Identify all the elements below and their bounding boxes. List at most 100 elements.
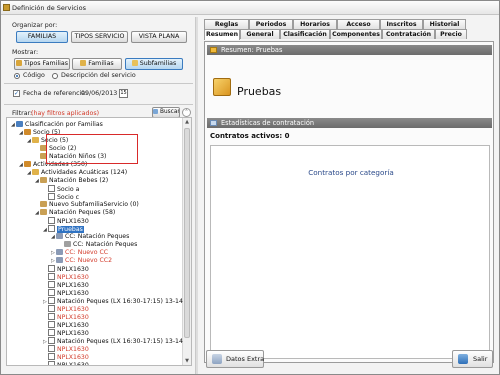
tree-service-item[interactable]: NPLX1630 [43,305,89,313]
tree-node-label: Nuevo SubfamiliaServicio (0) [49,201,139,208]
tab-historial[interactable]: Historial [423,19,466,29]
tree-node-label: Natación Peques (LX 16:30-17:15) 13-14 [57,338,183,345]
cube-icon [213,78,231,96]
tab-inscritos[interactable]: Inscritos [380,19,423,29]
code-radio[interactable] [14,73,20,79]
chart-title: Contratos por categoría [308,168,394,177]
tree-node-label: NPLX1630 [57,274,89,281]
tree-node[interactable]: ◢ CC: Natación Peques [51,233,129,241]
tree-node[interactable]: Nuevo SubfamiliaServicio (0) [35,201,139,209]
service-checkbox[interactable] [48,217,55,224]
scroll-down-arrow[interactable]: ▼ [183,357,191,365]
tree-service-item[interactable]: ◢ Pruebas [43,225,84,233]
tree-service-item[interactable]: Socio c [43,193,79,201]
tree-service-item[interactable]: NPLX1630 [43,281,89,289]
service-checkbox[interactable] [48,345,55,352]
tree-node[interactable]: ◢ Natación Bebes (2) [35,177,108,185]
tree-scrollbar[interactable]: ▲ ▼ [182,118,191,365]
tree-node-label: NPLX1630 [57,314,89,321]
tree-node-label: NPLX1630 [57,330,89,337]
service-checkbox[interactable] [48,265,55,272]
tree-service-item[interactable]: NPLX1630 [43,329,89,337]
tab-general[interactable]: General [240,29,280,39]
tree-service-item[interactable]: NPLX1630 [43,361,89,366]
show-subfamilies-button[interactable]: Subfamilias [125,58,183,70]
tree-node-label: Actividades Acuáticas (124) [41,169,128,176]
service-checkbox[interactable] [48,313,55,320]
service-checkbox[interactable] [48,305,55,312]
extra-data-button[interactable]: Datos Extra [206,350,264,368]
tab-contratacion[interactable]: Contratación [382,29,435,39]
tab-row-1: Reglas Periodos Horarios Acceso Inscritos His… [204,19,466,29]
tab-periodos[interactable]: Periodos [249,19,293,29]
service-checkbox[interactable] [48,273,55,280]
tab-precio[interactable]: Precio [435,29,467,39]
tab-resumen[interactable]: Resumen [204,29,240,40]
tree-service-item[interactable]: NPLX1630 [43,289,89,297]
tab-componentes[interactable]: Componentes [330,29,382,39]
service-checkbox[interactable] [48,185,55,192]
tree-service-item[interactable]: ▷ Natación Peques (LX 16:30-17:15) 13-14 [43,337,183,345]
service-checkbox[interactable] [48,193,55,200]
tab-reglas[interactable]: Reglas [204,19,249,29]
service-checkbox[interactable] [48,329,55,336]
splitter[interactable] [195,17,198,374]
service-checkbox[interactable] [48,297,55,304]
sub-icon [32,169,39,175]
service-checkbox[interactable] [48,281,55,288]
description-radio[interactable] [52,73,58,79]
tree-service-item[interactable]: Socio a [43,185,79,193]
tree-service-item[interactable]: NPLX1630 [43,217,89,225]
service-checkbox[interactable] [48,353,55,360]
service-checkbox[interactable] [48,321,55,328]
tree-node-label: Natación Peques (58) [49,209,116,216]
tree-service-item[interactable]: NPLX1630 [43,321,89,329]
scroll-up-arrow[interactable]: ▲ [183,118,191,126]
organize-label: Organizar por: [12,22,58,29]
reference-date-value[interactable]: 09/06/2013 [81,90,117,97]
tree-service-item[interactable]: NPLX1630 [43,345,89,353]
tree-service-item[interactable]: NPLX1630 [43,313,89,321]
tree-service-item[interactable]: NPLX1630 [43,265,89,273]
tab-horarios[interactable]: Horarios [293,19,337,29]
tree-service-item[interactable]: ▷ Natación Peques (LX 16:30-17:15) 13-14 [43,297,183,305]
show-family-types-button[interactable]: Tipos Familias [14,58,70,70]
tree-node[interactable]: ◢ Natación Peques (58) [35,209,115,217]
collapse-filter-icon[interactable]: ⌃ [182,108,191,117]
calendar-icon[interactable]: 15 [119,89,128,98]
scroll-thumb[interactable] [184,128,190,338]
tree-service-item[interactable]: NPLX1630 [43,353,89,361]
tree-node[interactable]: ◢ Actividades Acuáticas (124) [27,169,127,177]
summary-panel: Resumen: Pruebas Pruebas Estadísticas de… [204,41,494,363]
tab-clasificacion[interactable]: Clasificación [280,29,330,39]
organize-service-types-button[interactable]: TIPOS SERVICIO [71,31,128,43]
tab-acceso[interactable]: Acceso [337,19,380,29]
highlight-annotation-box [46,134,138,164]
organize-families-button[interactable]: FAMILIAS [16,31,68,43]
cube-small-icon [210,47,217,53]
tree-node-label: NPLX1630 [57,218,89,225]
tree-node[interactable]: CC: Natación Peques [59,241,137,249]
tree-node[interactable]: ◢ Clasificación por Familias [11,121,103,129]
family-types-icon [16,60,23,66]
tree-node-label: NPLX1630 [57,306,89,313]
service-checkbox[interactable] [48,225,55,232]
tree-node[interactable]: ▷ CC: Nuevo CC2 [51,257,112,265]
tree-node[interactable]: ▷ CC: Nuevo CC [51,249,108,257]
service-checkbox[interactable] [48,361,55,365]
divider [4,83,193,84]
tree-node-label: CC: Natación Peques [73,241,138,248]
tree-node-label: NPLX1630 [57,362,89,366]
tree-service-item[interactable]: NPLX1630 [43,273,89,281]
description-radio-label: Descripción del servicio [61,72,136,79]
organize-flat-view-button[interactable]: VISTA PLANA [131,31,187,43]
service-checkbox[interactable] [48,337,55,344]
show-families-button[interactable]: Familias [72,58,122,70]
service-checkbox[interactable] [48,289,55,296]
exit-button[interactable]: Salir [452,350,493,368]
extra-data-label: Datos Extra [226,355,265,363]
filter-note: (hay filtros aplicados) [31,110,100,117]
reference-date-checkbox[interactable]: ✓ [13,90,20,97]
cc2-icon [64,241,71,247]
service-name: Pruebas [237,85,282,98]
